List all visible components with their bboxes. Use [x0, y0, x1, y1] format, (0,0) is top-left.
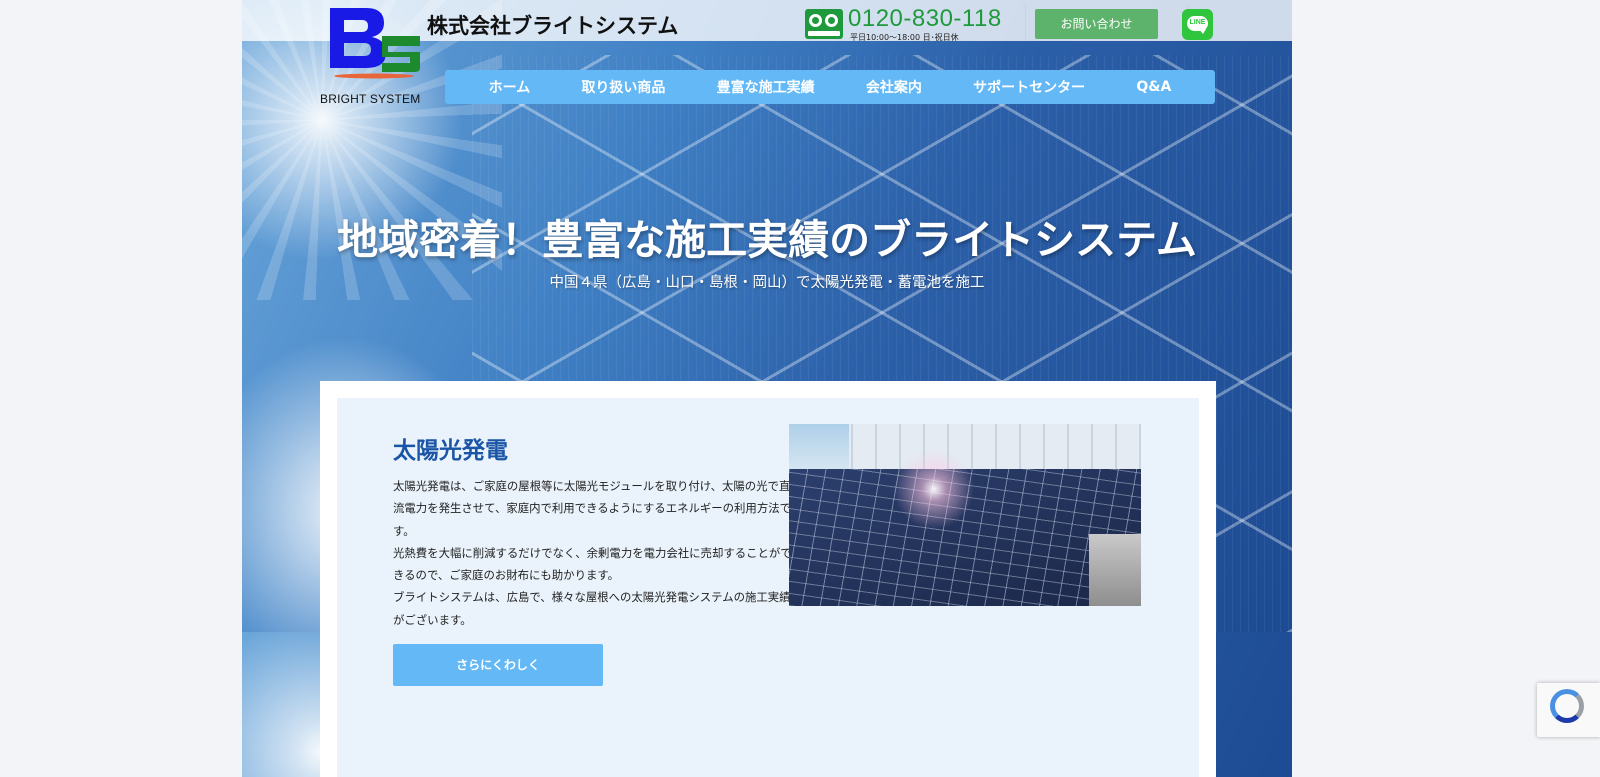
logo-mark-icon [330, 8, 420, 79]
freedial-icon [805, 9, 843, 39]
phone-block[interactable]: 0120-830-118 平日10:00〜18:00 日･祝日休 [805, 5, 1017, 42]
site-container: BRIGHT SYSTEM 株式会社ブライトシステム 0120-830-118 … [242, 0, 1292, 777]
nav-item-products[interactable]: 取り扱い商品 [571, 77, 675, 97]
section-paragraph: ブライトシステムは、広島で、様々な屋根への太陽光発電システムの施工実績がございま… [393, 590, 791, 627]
section-body: 太陽光発電は、ご家庭の屋根等に太陽光モジュールを取り付け、太陽の光で直流電力を発… [393, 475, 793, 631]
solar-section: 太陽光発電 太陽光発電は、ご家庭の屋根等に太陽光モジュールを取り付け、太陽の光で… [337, 398, 1199, 777]
section-paragraph: 光熱費を大幅に削減するだけでなく、余剰電力を電力会社に売却することができるので、… [393, 545, 792, 583]
nav-item-works[interactable]: 豊富な施工実績 [707, 77, 825, 97]
logo[interactable]: BRIGHT SYSTEM [320, 6, 420, 106]
phone-number[interactable]: 0120-830-118 [848, 5, 1002, 33]
nav-item-support[interactable]: サポートセンター [963, 77, 1095, 97]
nav-item-company[interactable]: 会社案内 [856, 77, 932, 97]
solar-panel-photo [789, 424, 1141, 606]
line-label: LINE [1189, 19, 1206, 26]
section-title: 太陽光発電 [393, 438, 508, 464]
hero-title: 地域密着！豊富な施工実績のブライトシステム [337, 216, 1197, 264]
phone-hours: 平日10:00〜18:00 日･祝日休 [850, 33, 959, 42]
company-name[interactable]: 株式会社ブライトシステム [427, 10, 678, 40]
hero-subtitle: 中国４県（広島・山口・島根・岡山）で太陽光発電・蓄電池を施工 [549, 275, 985, 291]
recaptcha-badge[interactable] [1537, 683, 1600, 737]
header-divider [1025, 3, 1026, 41]
nav-item-home[interactable]: ホーム [479, 77, 541, 97]
more-details-button[interactable]: さらにくわしく [393, 644, 603, 686]
line-icon[interactable]: LINE [1182, 9, 1213, 40]
main-nav: ホーム 取り扱い商品 豊富な施工実績 会社案内 サポートセンター Q&A [445, 70, 1215, 104]
section-paragraph: 太陽光発電は、ご家庭の屋根等に太陽光モジュールを取り付け、太陽の光で直流電力を発… [393, 479, 791, 538]
content-card: 太陽光発電 太陽光発電は、ご家庭の屋根等に太陽光モジュールを取り付け、太陽の光で… [320, 381, 1216, 777]
recaptcha-icon [1550, 689, 1584, 723]
contact-button[interactable]: お問い合わせ [1035, 9, 1158, 39]
nav-item-qa[interactable]: Q&A [1126, 79, 1181, 95]
logo-text: BRIGHT SYSTEM [320, 92, 421, 106]
